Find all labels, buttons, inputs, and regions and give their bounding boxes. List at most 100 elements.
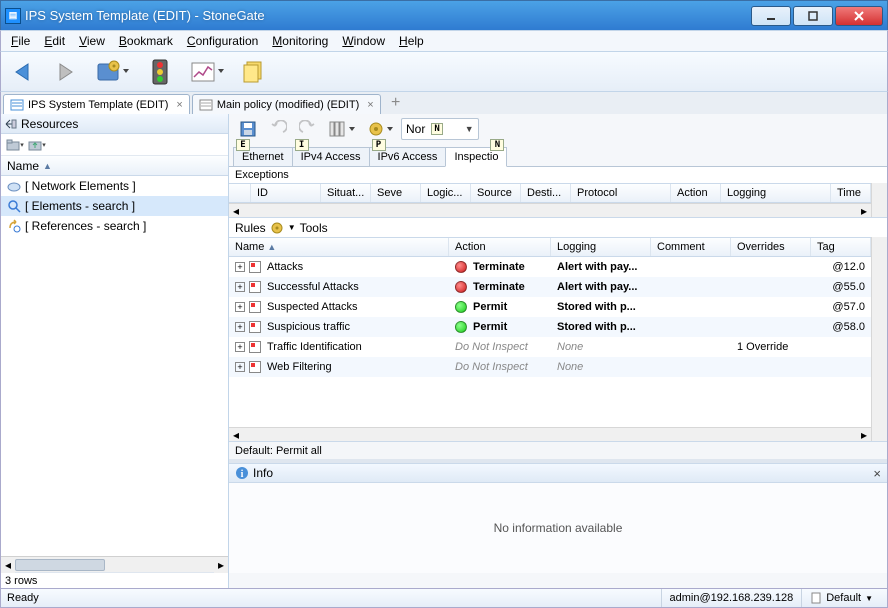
menu-edit[interactable]: Edit: [38, 32, 71, 50]
back-button[interactable]: [7, 57, 41, 87]
expand-icon[interactable]: +: [235, 282, 245, 292]
menu-bookmark[interactable]: Bookmark: [113, 32, 179, 50]
default-row: Default: Permit all: [229, 441, 887, 459]
tree-label: [ References - search ]: [25, 219, 146, 233]
doc-tab-ips-template[interactable]: IPS System Template (EDIT) ×: [3, 94, 190, 114]
table-row[interactable]: +AttacksTerminateAlert with pay...@12.0: [229, 257, 871, 277]
menu-monitoring[interactable]: Monitoring: [266, 32, 334, 50]
menu-configuration[interactable]: Configuration: [181, 32, 264, 50]
rules-label: Rules: [235, 221, 266, 235]
rule-tag: @57.0: [811, 301, 871, 313]
scroll-left-icon[interactable]: ◂: [1, 557, 15, 573]
menu-help[interactable]: Help: [393, 32, 430, 50]
rule-action: Permit: [473, 301, 507, 313]
table-row[interactable]: +Successful AttacksTerminateAlert with p…: [229, 277, 871, 297]
col-name[interactable]: Name ▲: [229, 238, 449, 256]
scroll-right-icon[interactable]: ▸: [214, 557, 228, 573]
flag-icon: [249, 261, 261, 273]
tab-inspection[interactable]: NInspectio: [445, 147, 507, 167]
status-mode-button[interactable]: Default ▼: [801, 589, 881, 607]
col-destination[interactable]: Desti...: [521, 184, 571, 202]
up-folder-button[interactable]: ▾: [27, 136, 47, 154]
rule-name: Traffic Identification: [267, 341, 362, 353]
col-logging[interactable]: Logging: [721, 184, 831, 202]
traffic-light-button[interactable]: [143, 57, 177, 87]
name-column-header[interactable]: Name ▲: [1, 156, 228, 176]
close-tab-icon[interactable]: ×: [176, 99, 182, 111]
col-logic[interactable]: Logic...: [421, 184, 471, 202]
badge-e-icon: E: [236, 139, 250, 151]
tree-row-elements-search[interactable]: [ Elements - search ]: [1, 196, 228, 216]
col-comment[interactable]: Comment: [651, 238, 731, 256]
table-row[interactable]: +Suspected AttacksPermitStored with p...…: [229, 297, 871, 317]
menu-window[interactable]: Window: [336, 32, 391, 50]
folder-button[interactable]: ▾: [5, 136, 25, 154]
left-h-scrollbar[interactable]: ◂ ▸: [1, 556, 228, 572]
table-row[interactable]: +Suspicious trafficPermitStored with p..…: [229, 317, 871, 337]
expand-icon[interactable]: +: [235, 262, 245, 272]
col-situation[interactable]: Situat...: [321, 184, 371, 202]
expand-icon[interactable]: +: [235, 342, 245, 352]
col-action[interactable]: Action: [449, 238, 551, 256]
rule-tag: @58.0: [811, 321, 871, 333]
columns-dropdown-button[interactable]: [325, 117, 359, 141]
magnifier-icon: [7, 199, 21, 213]
titlebar: ▤ IPS System Template (EDIT) - StoneGate: [0, 0, 888, 30]
expand-column[interactable]: [229, 184, 251, 202]
chevron-down-icon[interactable]: ▼: [288, 223, 296, 232]
tab-label: Inspectio: [454, 151, 498, 163]
close-info-button[interactable]: ×: [873, 466, 881, 481]
table-row[interactable]: +Web FilteringDo Not InspectNone: [229, 357, 871, 377]
rule-logging: None: [551, 361, 651, 373]
dropdown-value: Nor: [406, 122, 425, 136]
rules-h-scrollbar[interactable]: ◂▸: [229, 427, 871, 441]
col-overrides[interactable]: Overrides: [731, 238, 811, 256]
tree-row-network[interactable]: [ Network Elements ]: [1, 176, 228, 196]
rule-logging: Alert with pay...: [551, 261, 651, 273]
redo-button[interactable]: [295, 117, 321, 141]
tab-ethernet[interactable]: EEthernet: [233, 147, 293, 167]
close-button[interactable]: [835, 6, 883, 26]
tools-label[interactable]: Tools: [300, 221, 328, 235]
forward-button[interactable]: [49, 57, 83, 87]
add-tab-button[interactable]: +: [387, 94, 405, 112]
documents-button[interactable]: [237, 57, 271, 87]
scroll-thumb[interactable]: [15, 559, 105, 571]
col-source[interactable]: Source: [471, 184, 521, 202]
col-protocol[interactable]: Protocol: [571, 184, 671, 202]
info-header: i Info ×: [229, 463, 887, 483]
action-dot-icon: [455, 321, 467, 333]
normalization-dropdown[interactable]: Nor N ▼: [401, 118, 479, 140]
tab-ipv6[interactable]: PIPv6 Access: [369, 147, 447, 167]
col-time[interactable]: Time: [831, 184, 871, 202]
close-tab-icon[interactable]: ×: [367, 99, 373, 111]
gear-dropdown-button[interactable]: [363, 117, 397, 141]
col-tag[interactable]: Tag: [811, 238, 871, 256]
config-dropdown-button[interactable]: [91, 57, 135, 87]
col-action[interactable]: Action: [671, 184, 721, 202]
exceptions-header: ID Situat... Seve Logic... Source Desti.…: [229, 183, 871, 203]
menu-view[interactable]: View: [73, 32, 111, 50]
expand-icon[interactable]: +: [235, 302, 245, 312]
maximize-button[interactable]: [793, 6, 833, 26]
col-id[interactable]: ID: [251, 184, 321, 202]
chart-dropdown-button[interactable]: [185, 57, 229, 87]
undo-button[interactable]: [265, 117, 291, 141]
expand-icon[interactable]: +: [235, 322, 245, 332]
save-button[interactable]: [235, 117, 261, 141]
expand-icon[interactable]: +: [235, 362, 245, 372]
table-row[interactable]: +Traffic IdentificationDo Not InspectNon…: [229, 337, 871, 357]
col-logging[interactable]: Logging: [551, 238, 651, 256]
menu-file[interactable]: File: [5, 32, 36, 50]
document-icon: [810, 592, 822, 604]
col-severity[interactable]: Seve: [371, 184, 421, 202]
minimize-button[interactable]: [751, 6, 791, 26]
info-title: Info: [253, 466, 273, 480]
rules-v-scrollbar[interactable]: [871, 237, 887, 441]
tree-row-references-search[interactable]: [ References - search ]: [1, 216, 228, 236]
exceptions-h-scrollbar[interactable]: ◂▸: [229, 203, 871, 217]
gear-icon[interactable]: [270, 221, 284, 235]
exceptions-v-scrollbar[interactable]: [871, 183, 887, 217]
tab-ipv4[interactable]: IIPv4 Access: [292, 147, 370, 167]
doc-tab-main-policy[interactable]: Main policy (modified) (EDIT) ×: [192, 94, 381, 114]
